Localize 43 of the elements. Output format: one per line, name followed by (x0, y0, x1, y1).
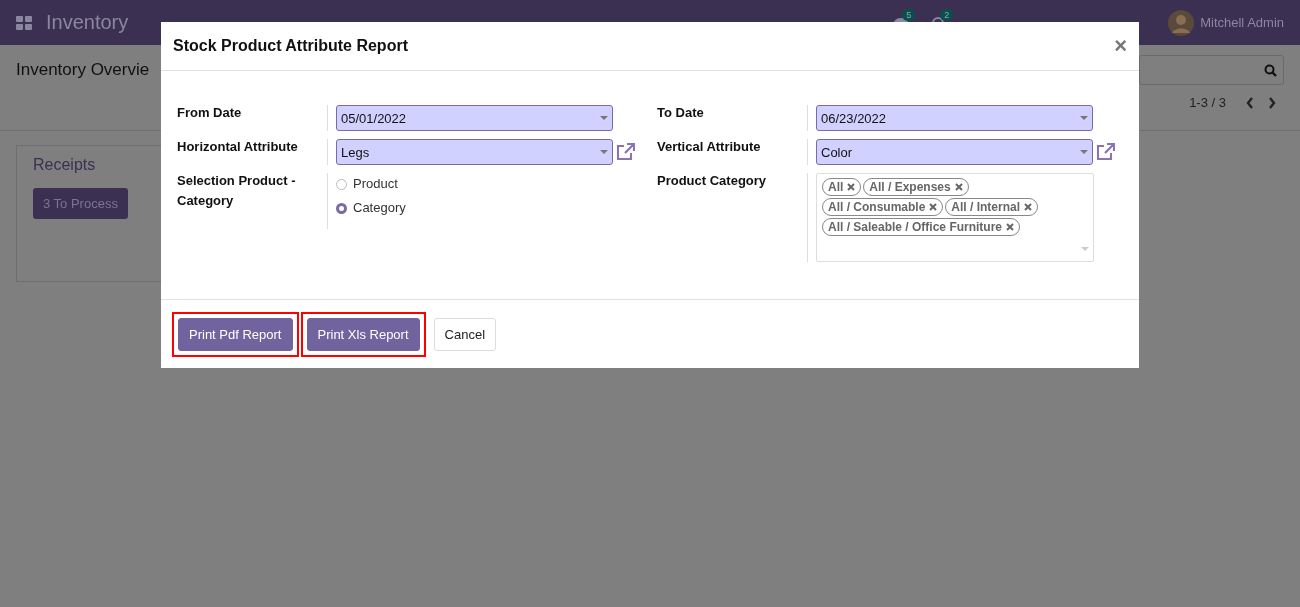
external-link-icon[interactable] (615, 143, 635, 161)
field-label: To Date (657, 104, 705, 122)
remove-icon[interactable] (929, 203, 938, 211)
select-field[interactable]: Legs (336, 139, 613, 165)
avatar-icon[interactable] (1168, 9, 1195, 36)
select-field[interactable]: Color (816, 139, 1093, 165)
print-button[interactable]: Print Xls Report (306, 317, 420, 351)
print-button[interactable]: Print Pdf Report (178, 317, 293, 351)
radio-option[interactable]: Product (336, 175, 647, 193)
search-field[interactable] (1139, 55, 1284, 85)
field-label: Vertical Attribute (657, 138, 762, 156)
select-field[interactable]: 05/01/2022 (336, 105, 613, 131)
count-badge: 5 (902, 8, 916, 21)
caret-icon (1080, 116, 1088, 120)
field-label: From Date (177, 104, 243, 122)
page-title: Inventory Overvie (16, 60, 150, 80)
user-name[interactable]: Mitchell Admin (1200, 15, 1284, 30)
caret-icon (1081, 247, 1089, 251)
caret-icon (1080, 150, 1088, 154)
caret-icon (600, 116, 608, 120)
caret-icon (600, 150, 608, 154)
remove-icon[interactable] (1024, 203, 1033, 211)
field-label: Product Category (657, 172, 768, 190)
count-badge: 2 (940, 8, 954, 21)
radio-option[interactable]: Category (336, 199, 647, 217)
remove-icon[interactable] (847, 183, 856, 191)
field-label: Selection Product - Category (177, 172, 297, 210)
remove-icon[interactable] (954, 183, 963, 191)
chevron-right-icon[interactable] (1268, 96, 1276, 109)
cancel-button[interactable]: Cancel (433, 317, 496, 351)
close-button[interactable]: × (1114, 33, 1127, 59)
card-title[interactable]: Receipts (33, 156, 96, 174)
chevron-left-icon[interactable] (1246, 96, 1254, 109)
dialog-title: Stock Product Attribute Report (173, 37, 408, 55)
apps-menu-icon[interactable] (16, 15, 32, 30)
external-link-icon[interactable] (1095, 143, 1115, 161)
select-field[interactable]: 06/23/2022 (816, 105, 1093, 131)
search-icon[interactable] (1264, 63, 1277, 77)
tags-field[interactable]: All All / Expenses All / Consumable All / Internal All / Saleable / Office Furniture (816, 173, 1094, 262)
pager-text: 1-3 / 3 (1189, 95, 1226, 110)
remove-icon[interactable] (1006, 223, 1015, 231)
field-label: Horizontal Attribute (177, 138, 299, 156)
app-name[interactable]: Inventory (46, 11, 129, 34)
